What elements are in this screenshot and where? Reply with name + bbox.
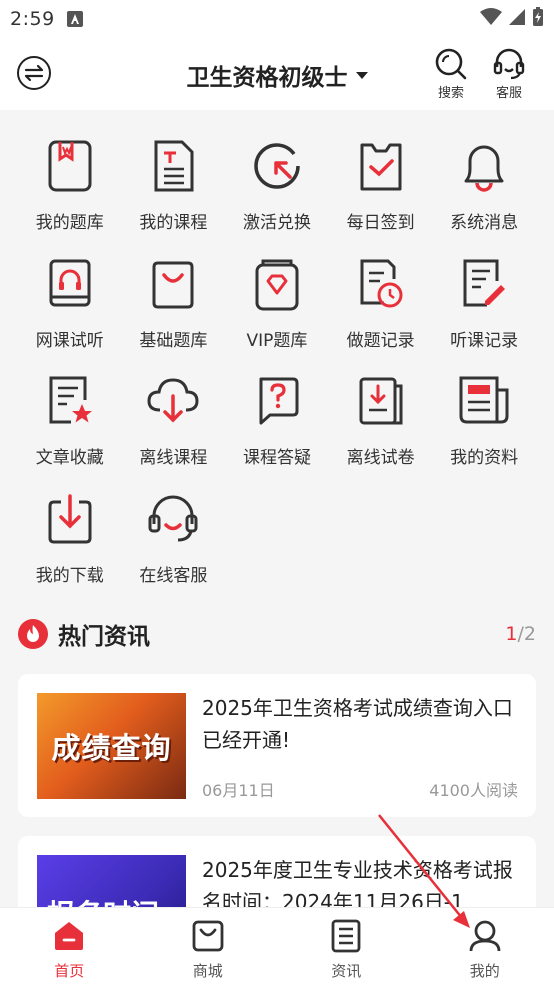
news-thumbnail: 成绩查询 [37,693,186,799]
grid-item-trial-lessons[interactable]: 网课试听 [18,246,122,364]
nav-profile[interactable]: 我的 [416,908,554,984]
grid-item-my-downloads[interactable]: 我的下载 [18,481,122,599]
grid-item-course-qa[interactable]: 课程答疑 [225,363,329,481]
grid-item-my-materials[interactable]: 我的资料 [432,363,536,481]
paper-download-icon [351,371,411,431]
grid-item-article-favorites[interactable]: 文章收藏 [18,363,122,481]
a-notification-icon [66,11,83,27]
hot-news-title: 热门资讯 [58,624,150,650]
news-card[interactable]: 报名时间 2025年度卫生专业技术资格考试报名时间：2024年11月26日-1 [18,836,536,916]
headset-icon [484,46,534,82]
home-icon [51,918,87,954]
grid-item-question-bank[interactable]: 我的题库 [18,128,122,246]
wifi-icon [480,7,502,31]
signal-icon [508,8,526,31]
news-card[interactable]: 成绩查询 2025年卫生资格考试成绩查询入口已经开通! 06月11日 4100人… [18,674,536,817]
page-title: 卫生资格初级士 [186,65,348,91]
news-title: 2025年卫生资格考试成绩查询入口已经开通! [202,696,513,752]
article-star-icon [40,371,100,431]
grid-item-online-service[interactable]: 在线客服 [122,481,226,599]
news-pager: 1/2 [505,623,536,645]
news-reads: 4100人阅读 [429,781,518,800]
course-doc-icon [143,136,203,196]
shop-bag-icon [190,918,226,954]
bell-icon [454,136,514,196]
profile-icon [467,918,503,954]
grid-item-basic-bank[interactable]: 基础题库 [122,246,226,364]
checkin-icon [351,136,411,196]
download-box-icon [40,489,100,549]
bottom-nav: 首页 商城 资讯 我的 [0,907,554,984]
grid-item-vip-bank[interactable]: VIP题库 [225,246,329,364]
app-header: 卫生资格初级士 搜索 客服 [0,38,554,110]
newspaper-icon [454,371,514,431]
grid-item-practice-records[interactable]: 做题记录 [329,246,433,364]
news-doc-icon [328,918,364,954]
hot-news-header: 热门资讯 1/2 [18,616,536,652]
battery-charging-icon [532,6,544,32]
nav-news[interactable]: 资讯 [277,908,416,984]
service-label: 客服 [495,86,522,101]
chevron-down-icon [355,71,368,79]
grid-item-activate[interactable]: 激活兑换 [225,128,329,246]
note-pen-icon [454,254,514,314]
question-bubble-icon [247,371,307,431]
news-date: 06月11日 [202,781,275,800]
grid-item-my-courses[interactable]: 我的课程 [122,128,226,246]
grid-item-listening-records[interactable]: 听课记录 [432,246,536,364]
cloud-download-icon [143,371,203,431]
customer-service-button[interactable]: 客服 [484,46,534,101]
search-label: 搜索 [437,86,464,101]
bag-icon [143,254,203,314]
nav-home[interactable]: 首页 [0,908,139,984]
headset-icon [143,489,203,549]
grid-item-offline-courses[interactable]: 离线课程 [122,363,226,481]
status-bar: 2:59 [0,0,554,38]
flame-icon [18,619,48,649]
vip-diamond-icon [247,254,307,314]
headphone-book-icon [40,254,100,314]
grid-item-offline-papers[interactable]: 离线试卷 [329,363,433,481]
feature-grid: 我的题库 我的课程 激活兑换 每日签到 系统消息 网课试听 基础题库 VIP题库… [18,128,536,598]
search-icon [426,46,476,82]
nav-shop[interactable]: 商城 [139,908,278,984]
activate-arrow-icon [247,136,307,196]
grid-item-system-messages[interactable]: 系统消息 [432,128,536,246]
grid-item-daily-checkin[interactable]: 每日签到 [329,128,433,246]
status-time: 2:59 [10,8,55,30]
search-button[interactable]: 搜索 [426,46,476,101]
record-clock-icon [351,254,411,314]
question-bank-icon [40,136,100,196]
